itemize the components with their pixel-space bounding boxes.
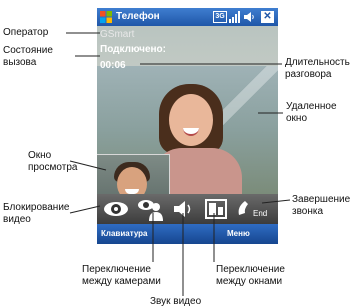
operator-label: GSmart (100, 29, 135, 40)
callout-switch-cameras-line2: между камерами (82, 276, 161, 287)
callout-end-call-line2: звонка (292, 206, 324, 217)
3g-icon: 3G (213, 11, 227, 23)
callout-preview-window-line1: Окно (28, 150, 52, 161)
signal-icon (229, 11, 240, 23)
end-label: End (253, 209, 268, 218)
callout-remote-window-line1: Удаленное (286, 101, 337, 112)
call-status: Подключено: (100, 44, 166, 55)
callout-switch-cameras: Переключение между камерами (82, 264, 161, 288)
windows-flag-icon[interactable] (100, 11, 112, 23)
callout-switch-windows-line2: между окнами (216, 276, 283, 287)
callout-video-sound: Звук видео (150, 296, 202, 307)
softkey-keyboard[interactable]: Клавиатура (101, 229, 148, 238)
window-title: Телефон (116, 11, 160, 22)
callout-preview-window-line2: просмотра (28, 162, 78, 173)
callout-block-video: Блокирование видео (3, 202, 69, 226)
callout-duration: Длительность разговора (285, 57, 350, 81)
callout-block-video-line2: видео (3, 214, 31, 225)
remote-person-face (169, 94, 213, 146)
phone-screen: Телефон 3G ✕ GSmart Подключено: 00:06 En… (97, 8, 278, 244)
callout-call-state-line1: Состояние (3, 45, 53, 56)
volume-icon[interactable] (243, 11, 255, 23)
callout-switch-cameras-line1: Переключение (82, 264, 151, 275)
eye-icon[interactable] (103, 197, 129, 221)
call-toolbar: End (97, 194, 278, 224)
callout-preview-window: Окно просмотра (28, 150, 77, 174)
callout-switch-windows-line1: Переключение (216, 264, 285, 275)
switch-camera-icon[interactable] (137, 197, 163, 221)
callout-call-state-line2: вызова (3, 57, 37, 68)
callout-duration-line2: разговора (285, 69, 332, 80)
switch-window-icon[interactable] (203, 197, 229, 221)
softkey-bar: Клавиатура Меню (97, 224, 278, 244)
callout-remote-window: Удаленное окно (286, 101, 337, 125)
speaker-icon[interactable] (169, 197, 195, 221)
callout-end-call: Завершение звонка (292, 194, 350, 218)
callout-duration-line1: Длительность (285, 57, 350, 68)
softkey-menu[interactable]: Меню (227, 229, 250, 238)
callout-call-state: Состояние вызова (3, 45, 53, 69)
callout-switch-windows: Переключение между окнами (216, 264, 285, 288)
callout-remote-window-line2: окно (286, 113, 308, 124)
call-timer: 00:06 (100, 60, 126, 71)
callout-end-call-line1: Завершение (292, 194, 351, 205)
close-icon[interactable]: ✕ (261, 11, 274, 23)
callout-operator: Оператор (3, 27, 49, 38)
callout-block-video-line1: Блокирование (3, 202, 70, 213)
title-bar: Телефон 3G ✕ (97, 8, 278, 26)
